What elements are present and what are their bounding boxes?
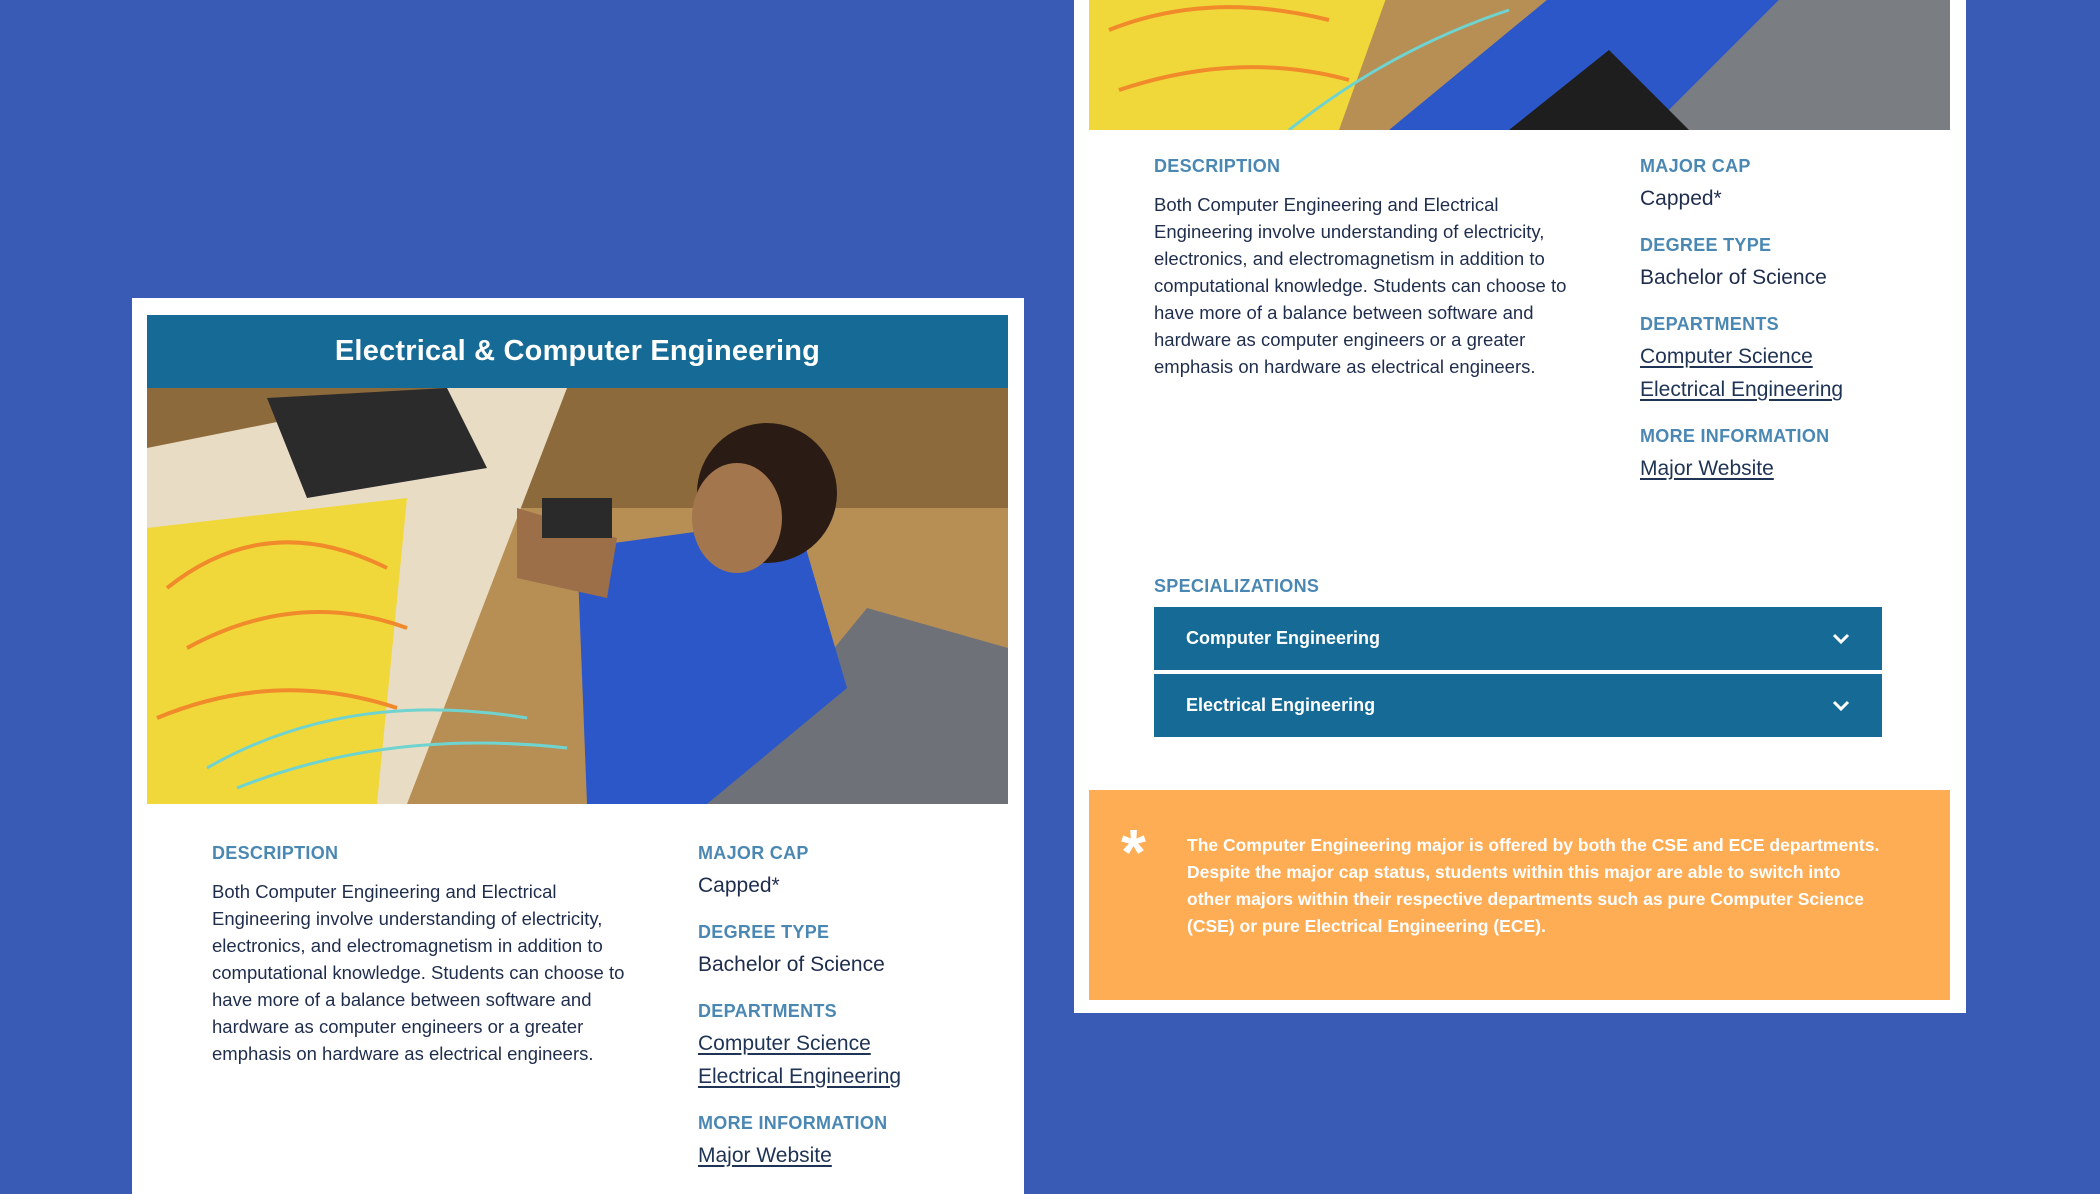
description-column: DESCRIPTION Both Computer Engineering an… bbox=[212, 843, 642, 1067]
department-link-electrical-engineering[interactable]: Electrical Engineering bbox=[1640, 378, 1940, 402]
degree-type-label: DEGREE TYPE bbox=[698, 922, 830, 942]
specializations-label: SPECIALIZATIONS bbox=[1154, 576, 1320, 596]
student-lab-photo bbox=[147, 388, 1008, 804]
chevron-down-icon bbox=[1832, 633, 1850, 644]
description-column-right: DESCRIPTION Both Computer Engineering an… bbox=[1154, 156, 1584, 380]
photo-illustration bbox=[147, 388, 1008, 804]
specializations-section: SPECIALIZATIONS Computer Engineering Ele… bbox=[1154, 576, 1882, 741]
major-cap-label: MAJOR CAP bbox=[1640, 156, 1751, 176]
meta-column-right: MAJOR CAP Capped* DEGREE TYPE Bachelor o… bbox=[1640, 156, 1940, 505]
description-text: Both Computer Engineering and Electrical… bbox=[212, 881, 625, 1064]
description-text: Both Computer Engineering and Electrical… bbox=[1154, 194, 1567, 377]
major-cap-note: * The Computer Engineering major is offe… bbox=[1089, 790, 1950, 1000]
departments-label: DEPARTMENTS bbox=[698, 1001, 837, 1021]
major-title-bar: Electrical & Computer Engineering bbox=[147, 315, 1008, 388]
description-label: DESCRIPTION bbox=[1154, 156, 1281, 176]
department-link-computer-science[interactable]: Computer Science bbox=[698, 1032, 998, 1056]
description-label: DESCRIPTION bbox=[212, 843, 339, 863]
student-lab-photo-cropped bbox=[1089, 0, 1950, 130]
more-information-label: MORE INFORMATION bbox=[698, 1113, 888, 1133]
major-title: Electrical & Computer Engineering bbox=[334, 335, 821, 367]
major-website-link[interactable]: Major Website bbox=[698, 1144, 998, 1168]
meta-column: MAJOR CAP Capped* DEGREE TYPE Bachelor o… bbox=[698, 843, 998, 1192]
chevron-down-icon bbox=[1832, 700, 1850, 711]
accordion-title: Computer Engineering bbox=[1186, 628, 1381, 648]
asterisk-icon: * bbox=[1121, 816, 1146, 888]
department-link-computer-science[interactable]: Computer Science bbox=[1640, 345, 1940, 369]
accordion-title: Electrical Engineering bbox=[1186, 695, 1376, 715]
degree-type-label: DEGREE TYPE bbox=[1640, 235, 1772, 255]
major-website-link[interactable]: Major Website bbox=[1640, 457, 1940, 481]
major-cap-value: Capped* bbox=[1640, 187, 1722, 210]
photo-illustration-cropped bbox=[1089, 0, 1950, 130]
major-cap-value: Capped* bbox=[698, 874, 780, 897]
major-card-left: Electrical & Computer Engineering DESCRI… bbox=[132, 298, 1024, 1194]
degree-type-value: Bachelor of Science bbox=[698, 953, 885, 976]
major-card-right: DESCRIPTION Both Computer Engineering an… bbox=[1074, 0, 1966, 1013]
specialization-accordion-computer-engineering[interactable]: Computer Engineering bbox=[1154, 607, 1882, 670]
departments-label: DEPARTMENTS bbox=[1640, 314, 1779, 334]
department-link-electrical-engineering[interactable]: Electrical Engineering bbox=[698, 1065, 998, 1089]
degree-type-value: Bachelor of Science bbox=[1640, 266, 1827, 289]
major-cap-label: MAJOR CAP bbox=[698, 843, 809, 863]
more-information-label: MORE INFORMATION bbox=[1640, 426, 1830, 446]
note-text: The Computer Engineering major is offere… bbox=[1187, 835, 1880, 936]
specialization-accordion-electrical-engineering[interactable]: Electrical Engineering bbox=[1154, 674, 1882, 737]
